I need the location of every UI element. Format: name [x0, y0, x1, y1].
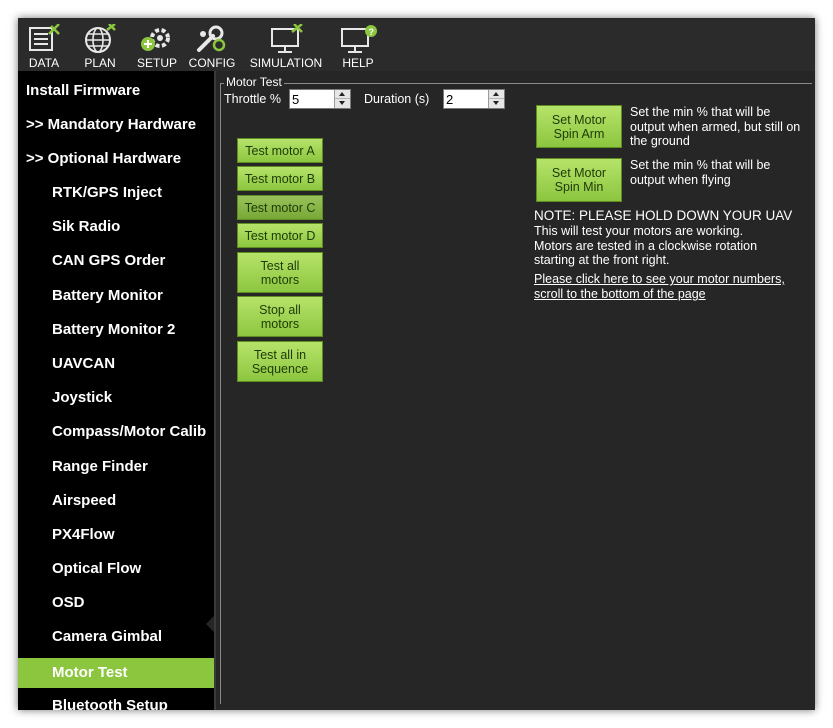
sidebar-item-battery-monitor[interactable]: Battery Monitor [18, 281, 214, 311]
motor-test-group-title: Motor Test [224, 75, 284, 89]
motor-numbers-link-line1: Please click here to see your motor numb… [534, 272, 785, 286]
safety-note-line4: starting at the front right. [534, 253, 670, 267]
gears-icon [141, 28, 170, 51]
sidebar-item-motor-test[interactable]: Motor Test [18, 658, 214, 688]
duration-label: Duration (s) [364, 92, 430, 106]
data-icon [29, 24, 60, 51]
spin-min-description: Set the min % that will be output when f… [630, 158, 770, 187]
plan-tab-button[interactable]: PLAN [78, 18, 122, 71]
duration-input[interactable] [446, 91, 482, 107]
duration-spinbox[interactable] [443, 89, 505, 109]
test-all-motors-line1: Test all [260, 258, 300, 273]
config-tab-button[interactable]: CONFIG [188, 18, 236, 71]
globe-icon [85, 24, 116, 53]
sidebar-item-optional-hardware[interactable]: >> Optional Hardware [18, 144, 214, 174]
data-tab-label: DATA [28, 56, 60, 70]
stop-all-motors-line1: Stop all [259, 302, 301, 317]
test-all-in-sequence-button[interactable]: Test all in Sequence [237, 341, 323, 382]
setup-tab-label: SETUP [136, 56, 177, 70]
sidebar-item-optical-flow[interactable]: Optical Flow [18, 554, 214, 584]
help-tab-button[interactable]: ? HELP [334, 18, 382, 71]
monitor-icon [271, 24, 303, 53]
main-toolbar: DATA PLAN SETUP CONFIG SIMULATION ? HELP [18, 18, 815, 71]
motor-test-panel: Motor Test Throttle % Duration (s) Test … [216, 71, 815, 710]
throttle-spinbox[interactable] [289, 89, 351, 109]
stop-all-motors-line2: motors [260, 316, 300, 331]
sidebar-item-battery-monitor-2[interactable]: Battery Monitor 2 [18, 315, 214, 345]
setup-sidebar: Install Firmware >> Mandatory Hardware >… [18, 71, 214, 710]
data-tab-button[interactable]: DATA [22, 18, 66, 71]
duration-spin-buttons [488, 90, 504, 108]
spin-arm-description: Set the min % that will be output when a… [630, 105, 800, 149]
spin-min-desc-line2: output when flying [630, 172, 731, 187]
sidebar-item-sik-radio[interactable]: Sik Radio [18, 212, 214, 242]
sidebar-item-osd[interactable]: OSD [18, 588, 214, 618]
sidebar-item-compass-motor-calib[interactable]: Compass/Motor Calib [18, 417, 214, 447]
mission-planner-window: DATA PLAN SETUP CONFIG SIMULATION ? HELP… [18, 18, 815, 710]
sidebar-item-mandatory-hardware[interactable]: >> Mandatory Hardware [18, 110, 214, 140]
sidebar-item-airspeed[interactable]: Airspeed [18, 486, 214, 516]
throttle-spin-buttons [334, 90, 350, 108]
throttle-decrement-button[interactable] [335, 99, 350, 108]
safety-note: NOTE: PLEASE HOLD DOWN YOUR UAV This wil… [534, 208, 792, 268]
motor-numbers-link-line2: scroll to the bottom of the page [534, 287, 706, 301]
setup-tab-button[interactable]: SETUP [134, 18, 180, 71]
plan-tab-label: PLAN [84, 56, 116, 70]
simulation-tab-label: SIMULATION [249, 56, 323, 70]
set-motor-spin-min-line1: Set Motor [551, 166, 607, 180]
test-motor-c-button[interactable]: Test motor C [237, 195, 323, 220]
help-tab-label: HELP [342, 56, 374, 70]
sidebar-item-bluetooth-setup[interactable]: Bluetooth Setup [18, 691, 214, 710]
svg-text:?: ? [369, 27, 375, 37]
help-monitor-icon: ? [341, 25, 377, 53]
stop-all-motors-button[interactable]: Stop all motors [237, 296, 323, 337]
sidebar-item-uavcan[interactable]: UAVCAN [18, 349, 214, 379]
test-all-motors-line2: motors [260, 272, 300, 287]
sidebar-item-range-finder[interactable]: Range Finder [18, 452, 214, 482]
spin-min-desc-line1: Set the min % that will be [630, 158, 771, 172]
spin-arm-desc-line2: output when armed, but still on [630, 119, 801, 134]
sidebar-item-camera-gimbal[interactable]: Camera Gimbal [18, 622, 214, 652]
config-tab-label: CONFIG [188, 56, 236, 70]
test-all-motors-button[interactable]: Test all motors [237, 252, 323, 293]
set-motor-spin-arm-button[interactable]: Set Motor Spin Arm [536, 105, 622, 148]
duration-increment-button[interactable] [489, 90, 504, 99]
test-motor-b-button[interactable]: Test motor B [237, 166, 323, 191]
wrench-icon [197, 25, 226, 52]
set-motor-spin-min-button[interactable]: Set Motor Spin Min [536, 158, 622, 202]
throttle-increment-button[interactable] [335, 90, 350, 99]
set-motor-spin-min-line2: Spin Min [554, 180, 604, 194]
safety-note-heading: NOTE: PLEASE HOLD DOWN YOUR UAV [534, 208, 793, 223]
sidebar-item-rtk-gps-inject[interactable]: RTK/GPS Inject [18, 178, 214, 208]
sidebar-item-joystick[interactable]: Joystick [18, 383, 214, 413]
test-motor-d-button[interactable]: Test motor D [237, 223, 323, 248]
set-motor-spin-arm-line2: Spin Arm [553, 126, 605, 141]
simulation-tab-button[interactable]: SIMULATION [248, 18, 324, 71]
throttle-label: Throttle % [224, 92, 281, 106]
motor-numbers-link[interactable]: Please click here to see your motor numb… [534, 272, 785, 302]
sidebar-item-install-firmware[interactable]: Install Firmware [18, 76, 214, 106]
set-motor-spin-arm-line1: Set Motor [551, 112, 607, 127]
spin-arm-desc-line3: the ground [630, 134, 690, 148]
throttle-input[interactable] [292, 91, 328, 107]
safety-note-line2: This will test your motors are working. [534, 224, 744, 238]
test-all-in-sequence-line1: Test all in [253, 347, 307, 362]
sidebar-item-px4flow[interactable]: PX4Flow [18, 520, 214, 550]
test-motor-a-button[interactable]: Test motor A [237, 138, 323, 163]
safety-note-line3: Motors are tested in a clockwise rotatio… [534, 238, 758, 253]
test-all-in-sequence-line2: Sequence [251, 361, 309, 376]
duration-decrement-button[interactable] [489, 99, 504, 108]
sidebar-item-can-gps-order[interactable]: CAN GPS Order [18, 246, 214, 276]
spin-arm-desc-line1: Set the min % that will be [630, 105, 771, 119]
